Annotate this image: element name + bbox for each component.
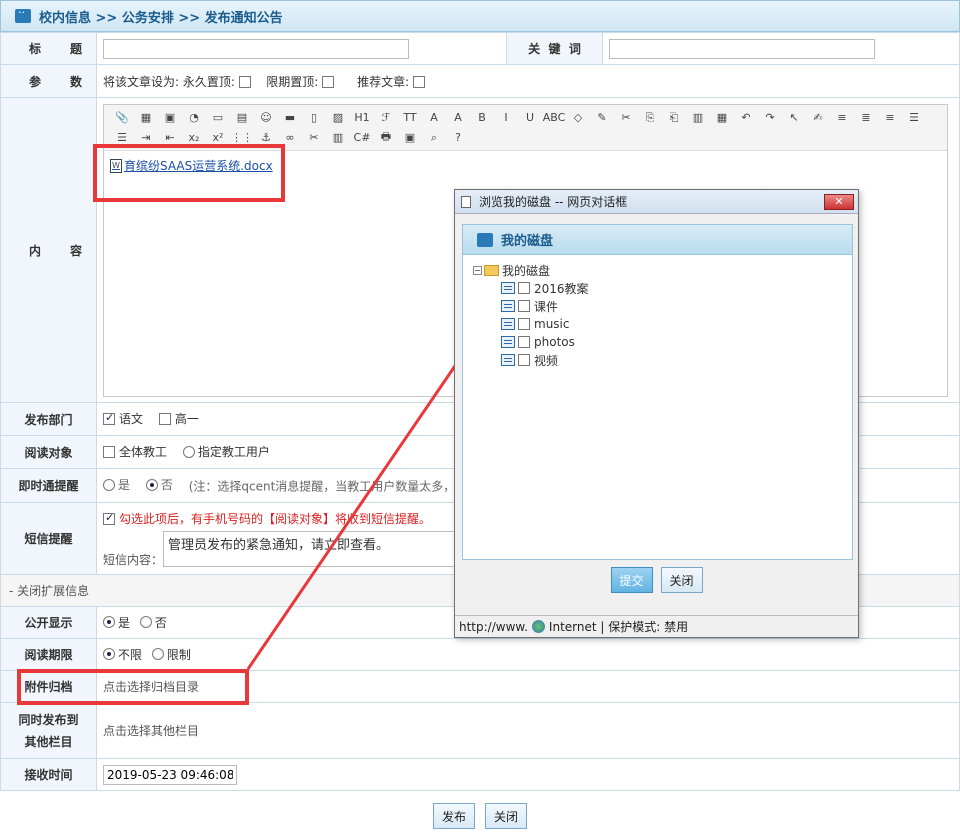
folder-node-icon [501, 300, 515, 312]
dialog-header: 我的磁盘 [463, 225, 852, 255]
folder-node-icon [501, 336, 515, 348]
disk-browser-dialog: 浏览我的磁盘 -- 网页对话框 ✕ 我的磁盘 − 我的磁盘 2016教案 课件 mu… [454, 189, 859, 638]
folder-checkbox[interactable] [518, 300, 530, 312]
submit-button[interactable]: 提交 [610, 567, 653, 593]
tree-folder-item[interactable]: 课件 [473, 297, 852, 315]
folder-tree: − 我的磁盘 2016教案 课件 music photos 视频 [463, 255, 852, 369]
folder-checkbox[interactable] [518, 282, 530, 294]
dialog-panel: 我的磁盘 − 我的磁盘 2016教案 课件 music photos 视频 [462, 224, 853, 560]
folder-checkbox[interactable] [518, 336, 530, 348]
collapse-icon[interactable]: − [473, 265, 482, 275]
folder-icon [484, 264, 499, 276]
folder-checkbox[interactable] [518, 354, 530, 366]
chat-icon [477, 232, 493, 247]
dialog-cancel-button[interactable]: 关闭 [660, 567, 703, 593]
page-icon [461, 195, 471, 208]
folder-node-icon [501, 282, 515, 294]
dialog-statusbar: http://www. Internet | 保护模式: 禁用 [455, 615, 858, 637]
tree-folder-item[interactable]: 视频 [473, 351, 852, 369]
folder-node-icon [501, 318, 515, 330]
tree-root[interactable]: − 我的磁盘 [473, 261, 852, 279]
tree-folder-item[interactable]: music [473, 315, 852, 333]
globe-icon [531, 620, 545, 633]
folder-node-icon [501, 354, 515, 366]
folder-checkbox[interactable] [518, 318, 530, 330]
tree-folder-item[interactable]: photos [473, 333, 852, 351]
dialog-titlebar: 浏览我的磁盘 -- 网页对话框 [455, 190, 858, 214]
tree-folder-item[interactable]: 2016教案 [473, 279, 852, 297]
dialog-close-icon[interactable]: ✕ [824, 194, 854, 210]
dialog-actions: 提交 关闭 [455, 567, 858, 593]
